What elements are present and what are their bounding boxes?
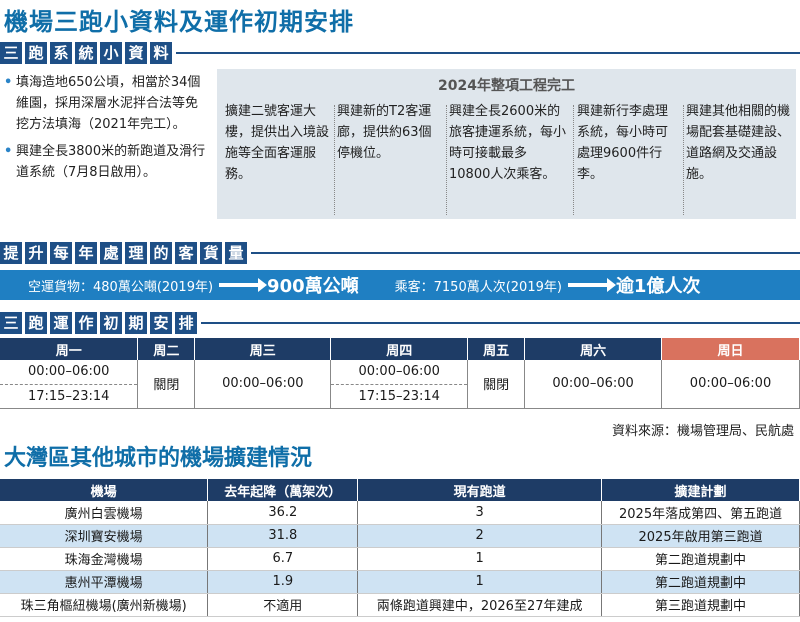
day-header: 周六: [524, 338, 663, 360]
airport-header: 去年起降（萬架次）: [207, 479, 359, 501]
section-char: 資: [125, 42, 147, 64]
airport-name: 深圳寶安機場: [0, 524, 209, 548]
completion-item: 擴建二號客運大樓，提供出入境設施等全面客運服務。: [225, 104, 330, 182]
pax-target: 逾1億人次: [615, 276, 701, 297]
section-char: 量: [225, 242, 247, 264]
day-header: 周五: [467, 338, 526, 360]
section-char: 三: [0, 312, 22, 334]
airport-name: 廣州白雲機場: [0, 501, 209, 525]
section-char: 運: [50, 312, 72, 334]
movements: 1.9: [207, 570, 359, 594]
table-row: 深圳寶安機場 31.8 2 2025年啟用第三跑道: [0, 524, 800, 548]
wed-slot: 00:00–06:00: [194, 360, 332, 409]
airport-header: 現有跑道: [357, 479, 603, 501]
section-char: 三: [0, 42, 22, 64]
day-header: 周一: [0, 338, 139, 360]
airport-name: 惠州平潭機場: [0, 570, 209, 594]
table-row: 珠三角樞紐機場(廣州新機場) 不適用 兩條跑道興建中，2026至27年建成 第三…: [0, 593, 800, 617]
day-header: 周二: [137, 338, 196, 360]
section-char: 貨: [200, 242, 222, 264]
gba-title: 大灣區其他城市的機場擴建情況: [4, 446, 313, 471]
section-char: 統: [75, 42, 97, 64]
runways: 2: [357, 524, 603, 548]
pax-label: 乘客：7150萬人次(2019年): [394, 279, 562, 295]
mon-slot: 00:00–06:00: [0, 360, 139, 385]
completion-box: 2024年整項工程完工 擴建二號客運大樓，提供出入境設施等全面客運服務。 興建新…: [217, 69, 796, 219]
runways: 兩條跑道興建中，2026至27年建成: [357, 593, 603, 617]
left-bullets: 填海造地650公頃，相當於34個維園，採用深層水泥拌合法等免挖方法填海（2021…: [2, 72, 208, 187]
section-char: 系: [50, 42, 72, 64]
section-char: 理: [125, 242, 147, 264]
completion-title: 2024年整項工程完工: [438, 78, 575, 94]
section-header-facts: 三跑系統小資料: [0, 40, 800, 66]
arrow-right-icon: [219, 278, 268, 292]
section-char: 提: [0, 242, 22, 264]
cargo-target: 900萬公噸: [267, 276, 359, 297]
tue-slot: 關閉: [137, 360, 196, 409]
section-char: 作: [75, 312, 97, 334]
airport-header: 擴建計劃: [601, 479, 800, 501]
section-char: 年: [75, 242, 97, 264]
section-char: 客: [175, 242, 197, 264]
expansion-plan: 第二跑道規劃中: [601, 570, 800, 594]
mon-slot: 17:15–23:14: [0, 384, 139, 409]
airport-name: 珠海金灣機場: [0, 547, 209, 571]
schedule-table: 周一 周二 周三 周四 周五 周六 周日 00:00–06:00 關閉 00:0…: [0, 338, 800, 409]
airport-name: 珠三角樞紐機場(廣州新機場): [0, 593, 209, 617]
section-char: 小: [100, 42, 122, 64]
movements: 不適用: [207, 593, 359, 617]
airport-table: 機場 去年起降（萬架次） 現有跑道 擴建計劃 廣州白雲機場 36.2 3 202…: [0, 479, 800, 617]
day-header: 周三: [194, 338, 332, 360]
table-row: 廣州白雲機場 36.2 3 2025年落成第四、第五跑道: [0, 501, 800, 525]
section-char: 安: [150, 312, 172, 334]
fri-slot: 關閉: [467, 360, 526, 409]
table-row: 珠海金灣機場 6.7 1 第二跑道規劃中: [0, 547, 800, 571]
airport-header: 機場: [0, 479, 209, 501]
sun-slot: 00:00–06:00: [661, 360, 800, 409]
section-char: 料: [150, 42, 172, 64]
runways: 3: [357, 501, 603, 525]
thu-slot: 00:00–06:00: [330, 360, 469, 385]
expansion-plan: 2025年啟用第三跑道: [601, 524, 800, 548]
runways: 1: [357, 570, 603, 594]
completion-item: 興建其他相關的機場配套基礎建設、道路網及交通設施。: [686, 104, 791, 182]
completion-item: 興建全長2600米的旅客捷運系統，每小時可接載最多10800人次乘客。: [449, 104, 567, 182]
completion-item: 興建新的T2客運廊，提供約63個停機位。: [337, 104, 432, 161]
main-title: 機場三跑小資料及運作初期安排: [4, 8, 354, 36]
bullet-reclamation: 填海造地650公頃，相當於34個維園，採用深層水泥拌合法等免挖方法填海（2021…: [2, 72, 208, 135]
cargo-label: 空運貨物：480萬公噸(2019年): [28, 279, 214, 295]
expansion-plan: 2025年落成第四、第五跑道: [601, 501, 800, 525]
section-char: 升: [25, 242, 47, 264]
sat-slot: 00:00–06:00: [524, 360, 663, 409]
section-char: 的: [150, 242, 172, 264]
movements: 31.8: [207, 524, 359, 548]
bullet-runway: 興建全長3800米的新跑道及滑行道系統（7月8日啟用）。: [2, 141, 208, 183]
section-header-schedule: 三跑運作初期安排: [0, 310, 800, 336]
movements: 6.7: [207, 547, 359, 571]
arrow-right-icon: [567, 278, 616, 292]
source-note: 資料來源：機場管理局、民航處: [611, 424, 794, 439]
section-char: 跑: [25, 312, 47, 334]
section-header-capacity: 提升每年處理的客貨量: [0, 240, 800, 266]
runways: 1: [357, 547, 603, 571]
section-char: 每: [50, 242, 72, 264]
section-char: 期: [125, 312, 147, 334]
thu-slot: 17:15–23:14: [330, 384, 469, 409]
movements: 36.2: [207, 501, 359, 525]
section-char: 初: [100, 312, 122, 334]
section-char: 跑: [25, 42, 47, 64]
expansion-plan: 第二跑道規劃中: [601, 547, 800, 571]
table-row: 惠州平潭機場 1.9 1 第二跑道規劃中: [0, 570, 800, 594]
section-char: 排: [175, 312, 197, 334]
capacity-band: 空運貨物：480萬公噸(2019年) 900萬公噸 乘客：7150萬人次(201…: [0, 270, 800, 300]
day-header-sunday: 周日: [661, 338, 800, 360]
completion-item: 興建新行李處理系統，每小時可處理9600件行李。: [577, 104, 669, 182]
day-header: 周四: [330, 338, 469, 360]
section-char: 處: [100, 242, 122, 264]
expansion-plan: 第三跑道規劃中: [601, 593, 800, 617]
